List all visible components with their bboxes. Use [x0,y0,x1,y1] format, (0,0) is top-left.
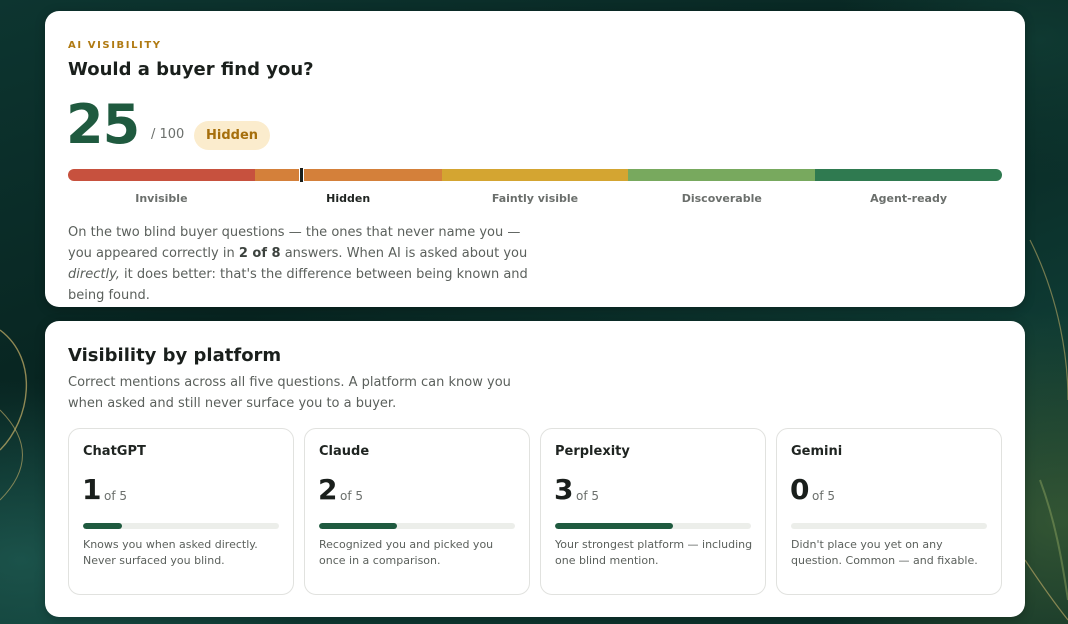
status-badge: Hidden [194,121,271,150]
platform-visibility-card: Visibility by platform Correct mentions … [45,321,1025,617]
scale-label-faintly-visible: Faintly visible [491,192,579,205]
summary-text-2: answers. When AI is asked about you [280,246,528,261]
scale-label-hidden: Hidden [326,192,371,205]
scale-bar [68,169,1002,181]
summary-emphasis: directly, [68,267,120,282]
section-eyebrow: AI VISIBILITY [68,40,162,51]
score-value: 25 [66,93,140,156]
scale-segment-faintly-visible [441,169,629,181]
platform-progress-fill [319,523,398,529]
platform-name: Gemini [791,444,843,459]
score-marker [299,167,304,183]
scale-labels: Invisible Hidden Faintly visible Discove… [68,192,1002,208]
platform-count-total: of 5 [576,489,600,503]
platform-tile-gemini: Gemini 0 of 5 Didn't place you yet on an… [776,428,1002,595]
platform-count: 2 [318,473,338,506]
platform-name: Perplexity [555,444,630,459]
platform-count: 1 [82,473,102,506]
scale-segment-discoverable [628,169,816,181]
scale-label-agent-ready: Agent-ready [870,192,948,205]
platform-progress-fill [555,523,673,529]
scale-segment-invisible [68,169,255,181]
summary-text-3: it does better: that's the difference be… [68,267,528,303]
platform-progress-fill [83,523,123,529]
card-title: Would a buyer find you? [68,59,314,80]
platform-progress-track [791,523,987,529]
visibility-scale [68,167,1002,183]
scale-label-discoverable: Discoverable [681,192,762,205]
platform-progress-track [83,523,279,529]
platform-note: Recognized you and picked you once in a … [319,538,494,567]
visibility-summary: On the two blind buyer questions — the o… [68,222,538,306]
platform-note: Your strongest platform — including one … [555,538,753,567]
platform-tiles: ChatGPT 1 of 5 Knows you when asked dire… [68,428,1002,595]
platform-section-subtitle: Correct mentions across all five questio… [68,375,511,411]
platform-tile-claude: Claude 2 of 5 Recognized you and picked … [304,428,530,595]
score-max: / 100 [151,127,185,142]
platform-name: ChatGPT [83,444,146,459]
platform-note: Didn't place you yet on any question. Co… [791,538,978,567]
scale-label-invisible: Invisible [135,192,188,205]
platform-progress-track [555,523,751,529]
platform-count-total: of 5 [812,489,836,503]
ai-visibility-card: AI VISIBILITY Would a buyer find you? 25… [45,11,1025,307]
platform-count: 3 [554,473,574,506]
platform-section-title: Visibility by platform [68,345,282,366]
platform-count-total: of 5 [340,489,364,503]
summary-answers-count: 2 of 8 [238,246,281,261]
platform-count: 0 [790,473,810,506]
platform-progress-track [319,523,515,529]
platform-tile-perplexity: Perplexity 3 of 5 Your strongest platfor… [540,428,766,595]
platform-name: Claude [319,444,370,459]
platform-count-total: of 5 [104,489,128,503]
platform-note: Knows you when asked directly. Never sur… [83,538,258,567]
score-row: 25 / 100 Hidden [66,95,466,155]
scale-segment-hidden [254,169,442,181]
platform-tile-chatgpt: ChatGPT 1 of 5 Knows you when asked dire… [68,428,294,595]
scale-segment-agent-ready [815,169,1002,181]
